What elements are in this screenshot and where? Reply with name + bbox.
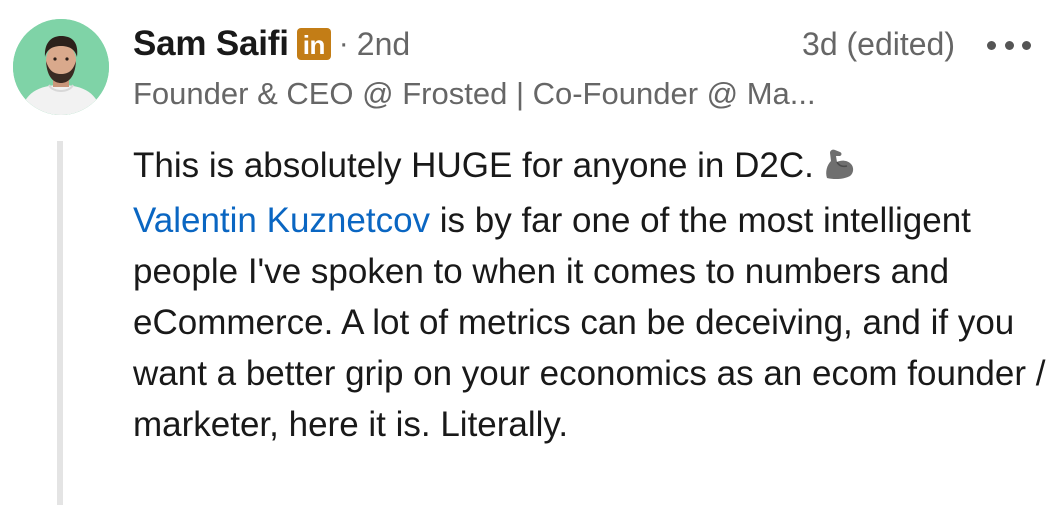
profile-avatar-image (13, 19, 109, 115)
more-dot (987, 40, 996, 50)
more-dot (1004, 40, 1014, 50)
linkedin-premium-badge-icon: in (296, 28, 331, 60)
connection-degree: 2nd (356, 25, 411, 62)
more-options-icon[interactable] (987, 30, 1031, 60)
separator-dot: · (338, 27, 349, 60)
avatar[interactable] (13, 19, 109, 115)
flexed-biceps-emoji-icon (822, 144, 856, 195)
more-dot (1022, 40, 1031, 50)
mention-link[interactable]: Valentin Kuznetcov (133, 201, 430, 240)
badge-label: in (302, 30, 326, 60)
comment-body: This is absolutely HUGE for anyone in D2… (133, 140, 1048, 450)
author-row: Sam Saifi in · 2nd (133, 22, 410, 66)
thread-rule (57, 141, 63, 505)
author-name[interactable]: Sam Saifi (133, 24, 289, 64)
author-headline: Founder & CEO @ Frosted | Co-Founder @ M… (133, 76, 816, 111)
comment-text-intro: This is absolutely HUGE for anyone in D2… (133, 146, 814, 185)
comment-timestamp: 3d (edited) (802, 26, 955, 62)
